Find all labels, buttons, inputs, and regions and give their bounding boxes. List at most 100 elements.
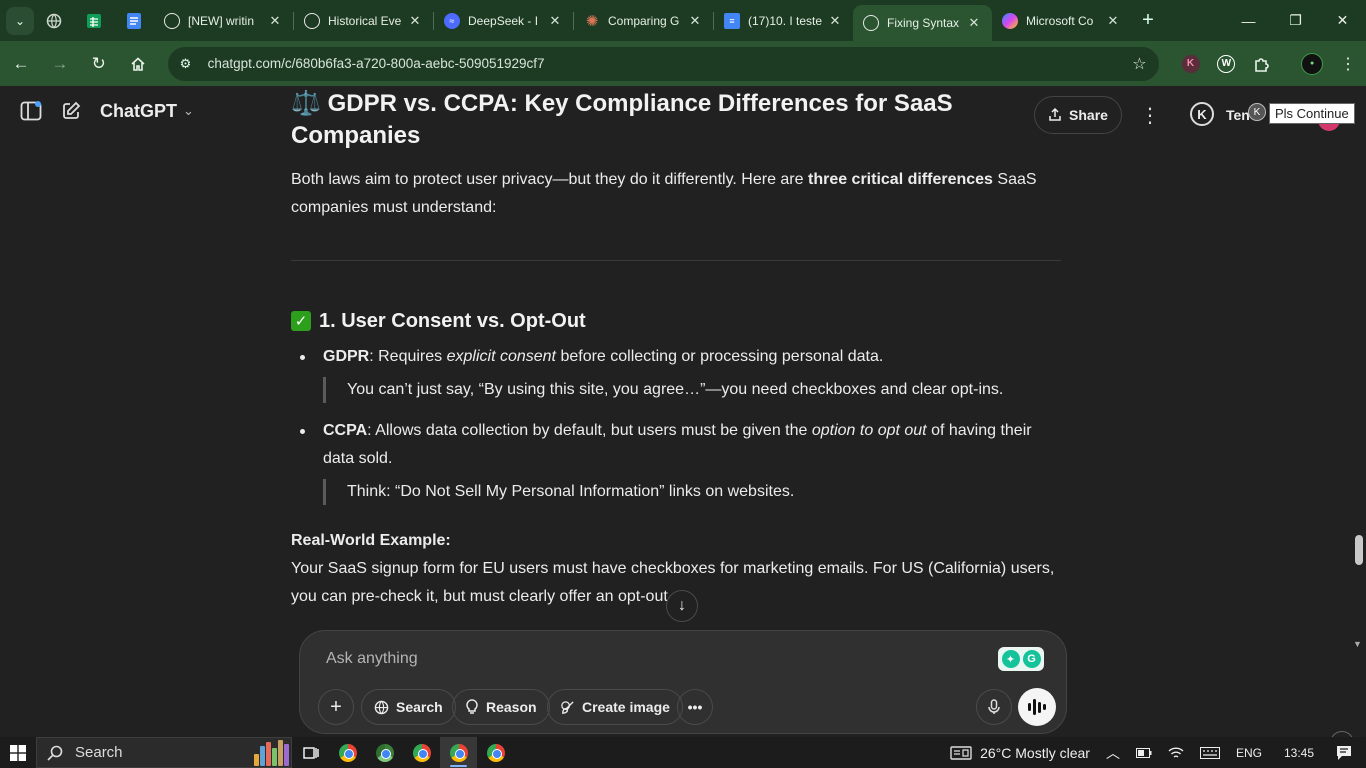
keyboard-indicator[interactable]	[1192, 746, 1228, 759]
voice-mode-button[interactable]	[1018, 688, 1056, 726]
close-icon[interactable]: ✕	[547, 13, 563, 29]
arrow-right-icon: →	[51, 53, 69, 73]
profile-button[interactable]: ●	[1294, 46, 1330, 82]
weather-widget[interactable]: 26°C Mostly clear	[942, 745, 1098, 761]
more-tools-button[interactable]: •••	[677, 689, 713, 725]
new-chat-button[interactable]	[60, 100, 82, 122]
windows-logo-icon	[10, 744, 26, 761]
tab-4[interactable]: ≡ (17)10. I teste ✕	[714, 0, 853, 41]
tab-2[interactable]: ≈ DeepSeek - I ✕	[434, 0, 573, 41]
address-bar[interactable]: ⚙ chatgpt.com/c/680b6fa3-a720-800a-aebc-…	[167, 46, 1159, 81]
gdpr-label: GDPR	[323, 348, 370, 365]
tab-1[interactable]: Historical Eve ✕	[294, 0, 433, 41]
chrome-menu-button[interactable]: ⋮	[1330, 46, 1366, 82]
site-settings-icon[interactable]: ⚙	[180, 56, 204, 72]
create-image-button[interactable]: Create image	[547, 689, 683, 725]
pinned-tab-sheets[interactable]	[74, 0, 114, 41]
divider	[291, 260, 1061, 261]
reload-button[interactable]: ↻	[81, 46, 117, 82]
new-tab-button[interactable]: +	[1131, 9, 1165, 32]
taskbar-chrome-5[interactable]	[477, 737, 514, 768]
close-window-icon[interactable]: ✕	[1319, 0, 1366, 41]
search-button[interactable]: Search	[361, 689, 456, 725]
intro-text: Both laws aim to protect user privacy—bu…	[291, 171, 808, 188]
user-avatar[interactable]: K	[1190, 102, 1214, 126]
waveform-icon	[1043, 704, 1046, 710]
extension-w[interactable]: W	[1208, 46, 1244, 82]
sidebar-toggle-button[interactable]	[20, 100, 42, 122]
prompt-input[interactable]	[326, 647, 926, 671]
chevron-down-icon: ⌄	[183, 103, 194, 118]
create-image-label: Create image	[582, 699, 670, 715]
attach-button[interactable]: +	[318, 689, 354, 725]
tab-3[interactable]: ✺ Comparing G ✕	[574, 0, 713, 41]
sheets-icon	[87, 13, 101, 28]
pinned-tab-1[interactable]	[34, 0, 74, 41]
browser-toolbar: ← → ↻ ⚙ chatgpt.com/c/680b6fa3-a720-800a…	[0, 41, 1366, 86]
language-indicator[interactable]: ENG	[1228, 746, 1270, 760]
blockquote-gdpr: You can’t just say, “By using this site,…	[323, 377, 1061, 403]
ccpa-label: CCPA	[323, 422, 368, 439]
system-tray: 26°C Mostly clear ︿ ENG 13:45	[942, 737, 1366, 768]
task-view-icon	[302, 746, 319, 759]
close-icon[interactable]: ✕	[827, 13, 843, 29]
scroll-to-bottom-button[interactable]: ↓	[666, 590, 698, 622]
section-title: 1. User Consent vs. Opt-Out	[319, 309, 586, 332]
battery-indicator[interactable]	[1128, 747, 1160, 758]
restore-icon[interactable]: ❐	[1272, 0, 1319, 41]
home-button[interactable]	[120, 46, 156, 82]
tab-6[interactable]: Microsoft Co ✕	[992, 0, 1131, 41]
forward-button[interactable]: →	[42, 46, 78, 82]
dictate-button[interactable]	[976, 689, 1012, 725]
composer: ✦ G + Search Reason Create image •••	[299, 630, 1067, 734]
tab-5-active[interactable]: Fixing Syntax ✕	[853, 5, 992, 41]
gdpr-text: : Requires	[369, 348, 447, 365]
tab-0[interactable]: [NEW] writin ✕	[154, 0, 293, 41]
lightbulb-icon	[466, 699, 478, 714]
close-icon[interactable]: ✕	[966, 15, 982, 31]
taskbar-chrome-1[interactable]	[329, 737, 366, 768]
close-icon[interactable]: ✕	[1105, 13, 1121, 29]
keyboard-icon	[1199, 746, 1220, 759]
scroll-down-arrow-icon[interactable]: ▼	[1353, 639, 1362, 649]
close-icon[interactable]: ✕	[407, 13, 423, 29]
weather-text: 26°C Mostly clear	[980, 744, 1090, 761]
search-label: Search	[396, 699, 443, 715]
chrome-icon	[449, 743, 468, 762]
section-heading: ✓ 1. User Consent vs. Opt-Out	[291, 307, 1061, 335]
browser-tab-strip: ⌄ [NEW] writin ✕ Historical Eve ✕ ≈ Deep…	[0, 0, 1366, 41]
close-icon[interactable]: ✕	[687, 13, 703, 29]
taskbar-chrome-active[interactable]	[440, 737, 477, 768]
task-view-button[interactable]	[292, 737, 329, 768]
start-button[interactable]	[0, 744, 36, 761]
bookmark-star-icon[interactable]: ☆	[1132, 54, 1146, 74]
balance-scale-icon: ⚖️	[291, 90, 321, 117]
grammarly-widget[interactable]: ✦ G	[998, 647, 1044, 671]
ellipsis-icon: •••	[687, 699, 703, 715]
network-indicator[interactable]	[1160, 746, 1192, 760]
close-icon[interactable]: ✕	[267, 13, 283, 29]
extensions-button[interactable]	[1244, 46, 1280, 82]
model-selector[interactable]: ChatGPT ⌄	[100, 101, 194, 122]
minimize-icon[interactable]: —	[1225, 0, 1272, 41]
k-extension-badge[interactable]: K	[1248, 103, 1266, 121]
model-label: ChatGPT	[100, 100, 178, 121]
taskbar-chrome-2[interactable]	[366, 737, 403, 768]
notifications-button[interactable]	[1328, 745, 1366, 761]
back-button[interactable]: ←	[3, 46, 39, 82]
puzzle-icon	[1255, 57, 1270, 72]
tab-search-button[interactable]: ⌄	[6, 6, 34, 35]
waveform-icon	[1033, 699, 1036, 715]
globe-icon	[46, 13, 62, 28]
pinned-tab-docs[interactable]	[114, 0, 154, 41]
ccpa-italic: option to opt out	[811, 422, 927, 439]
clock[interactable]: 13:45	[1270, 746, 1328, 760]
taskbar-chrome-3[interactable]	[403, 737, 440, 768]
extension-k[interactable]: K	[1173, 46, 1209, 82]
kebab-menu-icon: ⋮	[1140, 105, 1160, 127]
taskbar-search[interactable]: Search	[36, 737, 292, 768]
show-hidden-icons-button[interactable]: ︿	[1098, 743, 1128, 763]
page-scrollbar-thumb[interactable]	[1355, 535, 1363, 565]
more-options-button[interactable]: ⋮	[1138, 103, 1162, 127]
reason-button[interactable]: Reason	[452, 689, 550, 725]
